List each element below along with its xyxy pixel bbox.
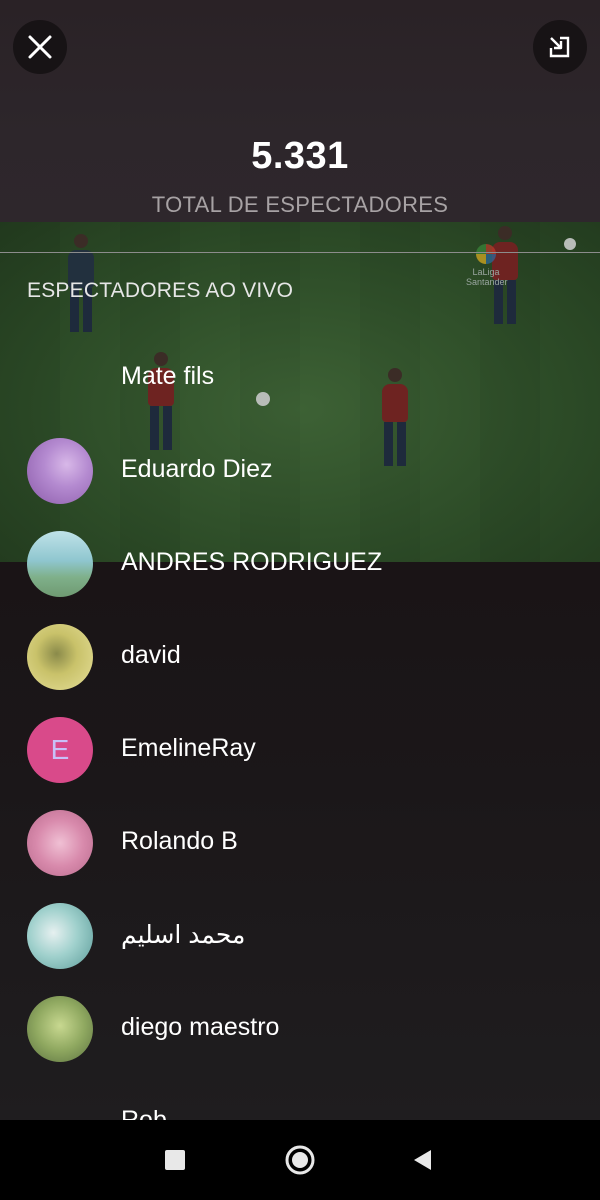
viewer-row[interactable]: Rob... — [0, 1082, 600, 1120]
square-icon — [165, 1150, 185, 1170]
viewer-name: ANDRES RODRIGUEZ — [121, 548, 383, 576]
viewer-row[interactable]: Mate fils — [0, 338, 600, 418]
avatar — [27, 531, 93, 597]
avatar — [27, 438, 93, 504]
laliga-logo: LaLiga Santander — [466, 244, 508, 290]
triangle-back-icon — [414, 1150, 431, 1170]
avatar-letter: E — [50, 734, 70, 765]
viewer-name: david — [121, 641, 181, 669]
viewer-name: Eduardo Diez — [121, 455, 273, 483]
circle-icon — [285, 1145, 315, 1175]
viewer-row[interactable]: diego maestro — [0, 989, 600, 1069]
close-icon — [28, 35, 52, 59]
viewer-name: محمد اسليم — [121, 921, 246, 949]
viewer-name: Rob... — [121, 1106, 188, 1120]
viewer-name: diego maestro — [121, 1013, 280, 1041]
viewer-row[interactable]: محمد اسليم — [0, 896, 600, 976]
viewer-name: Mate fils — [121, 362, 215, 390]
home-button[interactable] — [260, 1120, 340, 1200]
avatar — [27, 810, 93, 876]
minimize-button[interactable] — [533, 20, 587, 74]
minimize-icon — [549, 36, 570, 58]
divider — [0, 252, 600, 253]
viewer-row[interactable]: Eduardo Diez — [0, 431, 600, 511]
live-viewers-header: ESPECTADORES AO VIVO — [27, 279, 294, 302]
avatar — [27, 903, 93, 969]
total-viewers-label: TOTAL DE ESPECTADORES — [151, 192, 449, 217]
system-navigation-bar — [0, 1120, 600, 1200]
close-button[interactable] — [13, 20, 67, 74]
back-button[interactable] — [382, 1120, 462, 1200]
viewer-row[interactable]: david — [0, 617, 600, 697]
avatar — [27, 996, 93, 1062]
viewer-row[interactable]: ANDRES RODRIGUEZ — [0, 524, 600, 604]
viewer-name: Rolando B — [121, 827, 238, 855]
ball — [564, 238, 576, 250]
viewer-name: EmelineRay — [121, 734, 256, 762]
total-viewers-count: 5.331 — [251, 135, 349, 177]
avatar — [27, 624, 93, 690]
avatar: E — [27, 717, 93, 783]
viewer-row[interactable]: E EmelineRay — [0, 710, 600, 790]
viewer-row[interactable]: Rolando B — [0, 803, 600, 883]
recents-button[interactable] — [135, 1120, 215, 1200]
